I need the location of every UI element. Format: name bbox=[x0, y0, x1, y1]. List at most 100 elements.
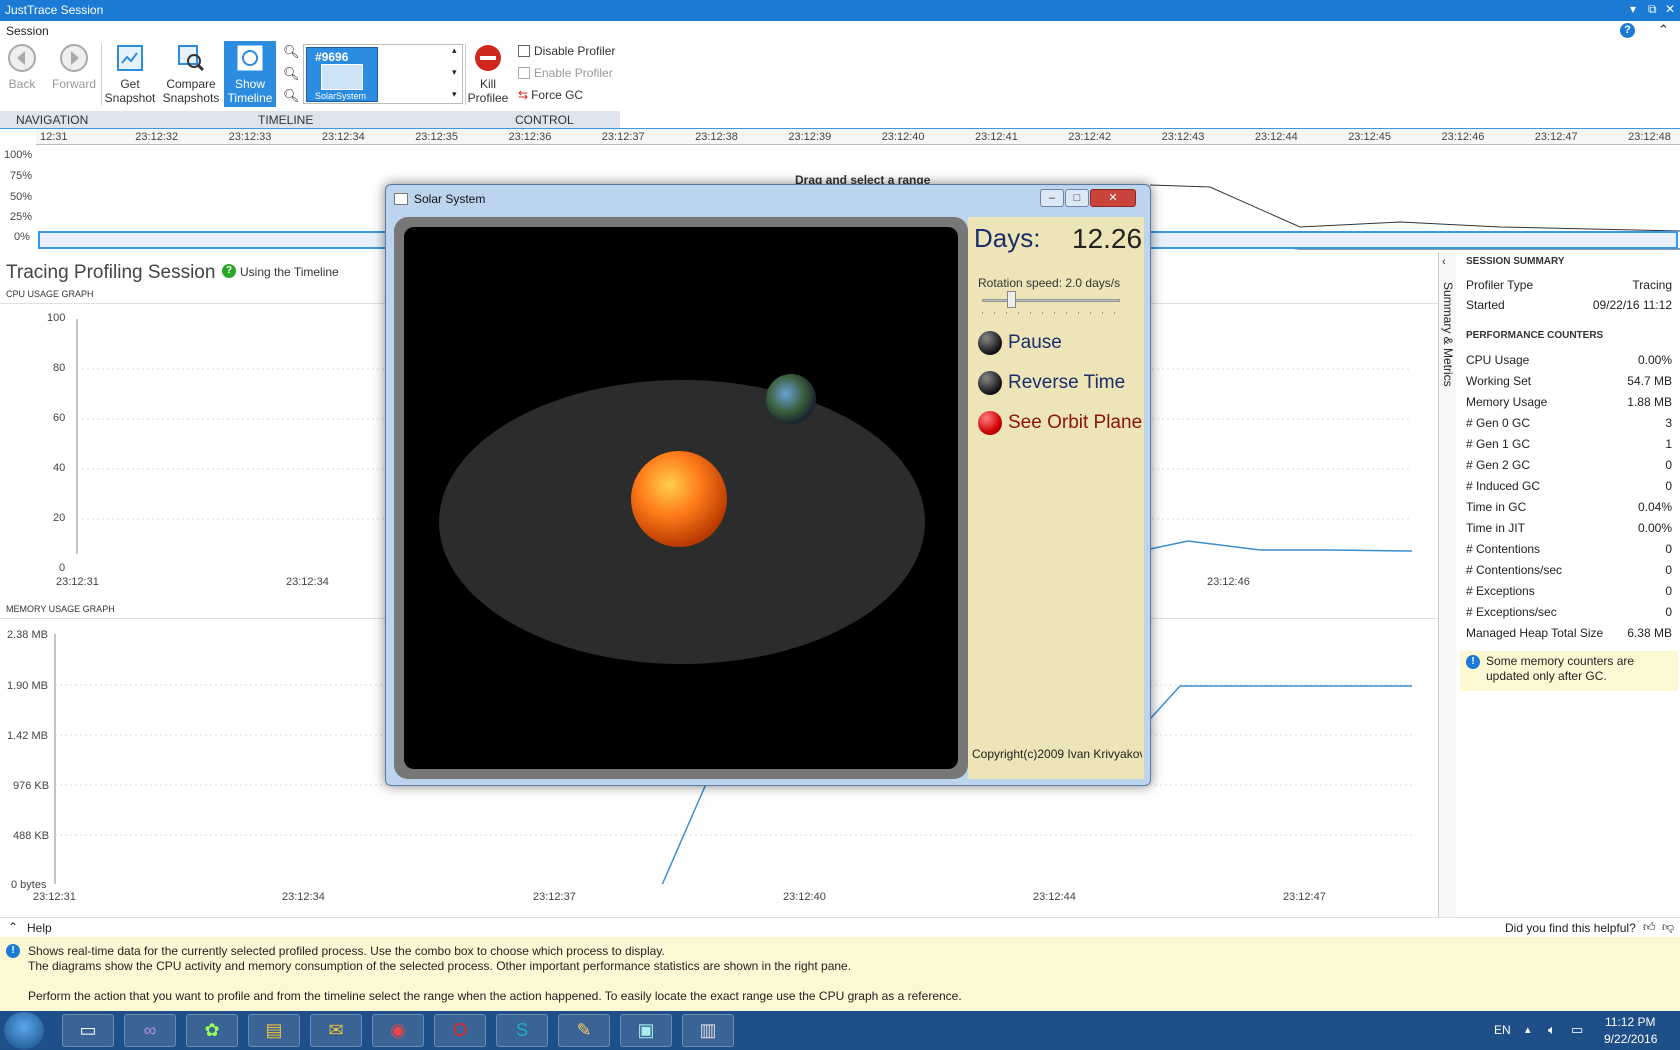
back-arrow-icon bbox=[8, 44, 36, 72]
process-selector[interactable]: #9696 SolarSystem ▴ ▾ ▾ bbox=[303, 44, 463, 104]
scroll-down-icon[interactable]: ▾ bbox=[452, 67, 457, 78]
photo-viewer-icon[interactable]: ▣ bbox=[620, 1014, 672, 1047]
counter-value: 0.00% bbox=[1637, 353, 1672, 367]
enable-profiler-button[interactable]: Enable Profiler bbox=[518, 66, 613, 80]
zoom-out-icon[interactable]: 🔍︎ bbox=[283, 66, 300, 82]
summary-tab[interactable]: ‹ Summary & Metrics bbox=[1438, 252, 1456, 917]
forward-button[interactable]: Forward bbox=[50, 41, 98, 107]
ribbon-group-labels: NAVIGATION TIMELINE CONTROL bbox=[0, 111, 620, 128]
expand-icon[interactable]: ▾ bbox=[452, 89, 457, 100]
compare-icon bbox=[178, 45, 205, 72]
collapse-ribbon-icon[interactable]: ⌃ bbox=[1658, 22, 1669, 38]
rotation-slider[interactable] bbox=[982, 291, 1120, 308]
mem-y-label: 488 KB bbox=[13, 830, 50, 842]
thumbs-down-icon[interactable]: 👎︎ bbox=[1662, 920, 1674, 935]
help-bar: ⌃ Help Did you find this helpful? 👍︎ 👎︎ bbox=[0, 917, 1680, 937]
orbit-radio-icon bbox=[978, 411, 1002, 435]
enable-profiler-icon bbox=[518, 67, 530, 79]
help-title[interactable]: Help bbox=[27, 921, 52, 935]
get-snapshot-label-1: Get bbox=[120, 77, 140, 91]
mail-icon[interactable]: ✉ bbox=[310, 1014, 362, 1047]
cpu-x-label: 23:12:34 bbox=[286, 576, 329, 588]
thumbs-up-icon[interactable]: 👍︎ bbox=[1643, 920, 1656, 935]
start-button-icon[interactable] bbox=[4, 1012, 44, 1049]
app-flower-icon[interactable]: ✿ bbox=[186, 1014, 238, 1047]
scene-3d[interactable] bbox=[404, 227, 958, 769]
force-gc-label: Force GC bbox=[531, 88, 584, 102]
timeline-tick-label: 23:12:44 bbox=[1254, 131, 1298, 143]
help-toggle-icon[interactable]: ⌃ bbox=[8, 920, 18, 934]
paint-icon[interactable]: ✎ bbox=[558, 1014, 610, 1047]
back-button[interactable]: Back bbox=[4, 41, 40, 107]
enable-profiler-label: Enable Profiler bbox=[534, 66, 613, 80]
help-circle-icon: ? bbox=[222, 264, 236, 278]
counter-value: 0 bbox=[1665, 584, 1672, 598]
timeline-tick-label: 23:12:38 bbox=[695, 131, 738, 143]
help-icon[interactable]: ? bbox=[1620, 23, 1635, 38]
menu-session[interactable]: Session bbox=[6, 24, 49, 38]
counter-value: 0.04% bbox=[1637, 500, 1672, 514]
profiler-type-label: Profiler Type bbox=[1466, 278, 1534, 292]
using-timeline-link[interactable]: Using the Timeline bbox=[240, 265, 339, 279]
profiler-type-row: Profiler Type Tracing bbox=[1466, 278, 1672, 298]
volume-icon[interactable]: 🔈︎ bbox=[1548, 1022, 1556, 1038]
kill-profilee-button[interactable]: Kill Profilee bbox=[466, 41, 510, 107]
maximize-button[interactable]: □ bbox=[1065, 189, 1089, 207]
tray-arrow-icon[interactable]: ▴ bbox=[1525, 1023, 1531, 1036]
collapse-pane-icon[interactable]: ‹ bbox=[1442, 256, 1446, 268]
minimize-button[interactable]: – bbox=[1040, 189, 1064, 207]
counter-row: # Exceptions 0 bbox=[1466, 584, 1672, 604]
dropdown-icon[interactable]: ▾ bbox=[1630, 2, 1636, 16]
justtrace-icon[interactable]: ▥ bbox=[682, 1014, 734, 1047]
counter-value: 0 bbox=[1665, 605, 1672, 619]
ribbon: Back Forward Get Snapshot Compare Snapsh… bbox=[0, 41, 1680, 111]
forward-label: Forward bbox=[51, 77, 96, 91]
back-label: Back bbox=[8, 77, 36, 91]
counter-label: Working Set bbox=[1466, 374, 1532, 388]
compare-snapshots-button[interactable]: Compare Snapshots bbox=[162, 41, 220, 107]
close-icon[interactable]: ✕ bbox=[1665, 2, 1675, 16]
timeline-tick-label: 23:12:40 bbox=[881, 131, 925, 143]
clock-date[interactable]: 9/22/2016 bbox=[1604, 1032, 1657, 1046]
zoom-fit-icon[interactable]: 🔍︎ bbox=[283, 88, 300, 104]
visual-studio-icon[interactable]: ∞ bbox=[124, 1014, 176, 1047]
counter-label: # Induced GC bbox=[1466, 479, 1541, 493]
timeline-tick-label: 23:12:47 bbox=[1534, 131, 1578, 143]
terminal-icon[interactable]: ▭ bbox=[62, 1014, 114, 1047]
snapshot-icon bbox=[117, 45, 143, 71]
counter-label: # Exceptions/sec bbox=[1466, 605, 1557, 619]
counter-value: 1.88 MB bbox=[1627, 395, 1672, 409]
clock-time[interactable]: 11:12 PM bbox=[1605, 1015, 1655, 1029]
chrome-icon[interactable]: ◉ bbox=[372, 1014, 424, 1047]
see-orbit-plane-option[interactable]: See Orbit Plane bbox=[978, 411, 1142, 435]
disable-profiler-button[interactable]: Disable Profiler bbox=[518, 44, 615, 58]
process-tile[interactable]: #9696 SolarSystem bbox=[306, 47, 378, 102]
rotation-slider-thumb[interactable] bbox=[1006, 291, 1016, 308]
scene-viewport bbox=[394, 217, 968, 779]
kill-label-2: Profilee bbox=[467, 91, 509, 105]
timeline-axis: 12:31 23:12:32 23:12:33 23:12:34 23:12:35 23:… bbox=[36, 129, 1680, 145]
gc-note: ! Some memory counters are updated only … bbox=[1460, 651, 1678, 691]
taskbar: ▭ ∞ ✿ ▤ ✉ ◉ O S ✎ ▣ ▥ EN ▴ 🔈︎ ▭ 11:12 PM… bbox=[0, 1011, 1680, 1050]
cpu-y-label: 0 bbox=[59, 562, 66, 574]
counter-row: Time in GC 0.04% bbox=[1466, 500, 1672, 520]
get-snapshot-button[interactable]: Get Snapshot bbox=[104, 41, 156, 107]
show-timeline-button[interactable]: Show Timeline bbox=[224, 41, 276, 107]
window-close-button[interactable]: ✕ bbox=[1090, 189, 1136, 207]
disable-profiler-label: Disable Profiler bbox=[534, 44, 616, 58]
solar-system-window[interactable]: Solar System – □ ✕ Days: 12.26 Rotation … bbox=[385, 184, 1151, 786]
cpu-y-label: 100 bbox=[47, 312, 66, 324]
language-indicator[interactable]: EN bbox=[1494, 1023, 1511, 1037]
scroll-up-icon[interactable]: ▴ bbox=[452, 45, 457, 56]
zoom-in-icon[interactable]: 🔍︎ bbox=[283, 44, 300, 60]
rotation-label: Rotation speed: 2.0 days/s bbox=[978, 276, 1121, 290]
summary-panel: SESSION SUMMARY Profiler Type Tracing Sta… bbox=[1458, 252, 1680, 917]
file-explorer-icon[interactable]: ▤ bbox=[248, 1014, 300, 1047]
restore-icon[interactable]: ⧉ bbox=[1648, 2, 1657, 17]
opera-icon[interactable]: O bbox=[434, 1014, 486, 1047]
network-icon[interactable]: ▭ bbox=[1571, 1022, 1583, 1038]
reverse-time-option[interactable]: Reverse Time bbox=[978, 371, 1125, 395]
force-gc-button[interactable]: ⇆ Force GC bbox=[518, 88, 583, 102]
pause-option[interactable]: Pause bbox=[978, 331, 1062, 355]
skype-icon[interactable]: S bbox=[496, 1014, 548, 1047]
